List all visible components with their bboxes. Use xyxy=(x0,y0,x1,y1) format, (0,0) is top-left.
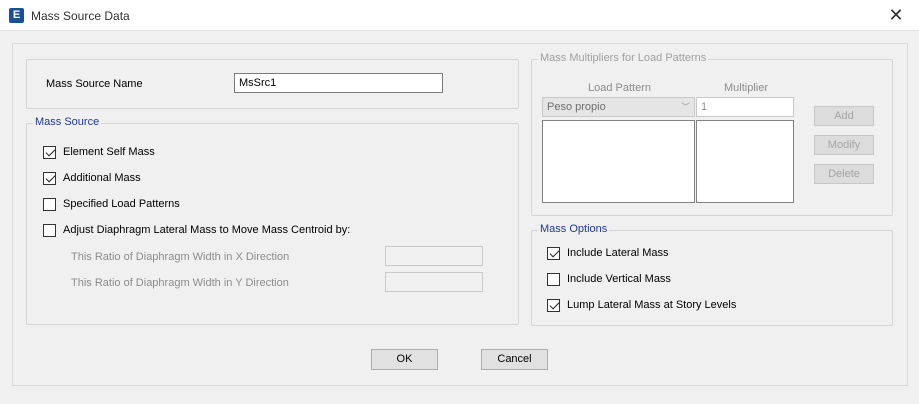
element-self-mass-check[interactable] xyxy=(43,145,56,159)
load-pattern-selected: Peso propio xyxy=(547,101,606,113)
mass-options-legend: Mass Options xyxy=(538,223,610,235)
load-pattern-list[interactable] xyxy=(542,120,695,203)
multiplier-input[interactable]: 1 xyxy=(696,97,794,117)
specified-load-patterns-label: Specified Load Patterns xyxy=(63,198,180,210)
element-self-mass-checkbox[interactable]: Element Self Mass xyxy=(43,145,155,159)
ok-button[interactable]: OK xyxy=(371,349,438,370)
mass-source-legend: Mass Source xyxy=(33,116,102,128)
mass-multipliers-legend: Mass Multipliers for Load Patterns xyxy=(538,52,709,64)
element-self-mass-label: Element Self Mass xyxy=(63,146,155,158)
additional-mass-check[interactable] xyxy=(43,171,56,185)
include-vertical-check[interactable] xyxy=(547,272,560,286)
multiplier-header: Multiplier xyxy=(724,82,769,94)
mass-source-name-panel: Mass Source Name MsSrc1 xyxy=(26,59,519,109)
mass-source-name-input[interactable]: MsSrc1 xyxy=(234,73,443,93)
close-button[interactable]: ✕ xyxy=(873,0,919,31)
include-lateral-check[interactable] xyxy=(547,246,560,260)
window-title: Mass Source Data xyxy=(31,9,130,23)
title-bar: E Mass Source Data ✕ xyxy=(0,0,919,31)
additional-mass-label: Additional Mass xyxy=(63,172,141,184)
add-button[interactable]: Add xyxy=(814,106,874,126)
specified-load-patterns-check[interactable] xyxy=(43,197,56,211)
specified-load-patterns-checkbox[interactable]: Specified Load Patterns xyxy=(43,197,180,211)
chevron-down-icon: ﹀ xyxy=(680,102,690,112)
include-lateral-checkbox[interactable]: Include Lateral Mass xyxy=(547,246,669,260)
ratio-x-label: This Ratio of Diaphragm Width in X Direc… xyxy=(71,251,290,263)
mass-source-panel: Mass Source Element Self Mass Additional… xyxy=(26,116,519,325)
mass-source-name-label: Mass Source Name xyxy=(46,78,143,90)
include-vertical-checkbox[interactable]: Include Vertical Mass xyxy=(547,272,671,286)
adjust-diaphragm-check[interactable] xyxy=(43,223,56,237)
adjust-diaphragm-label: Adjust Diaphragm Lateral Mass to Move Ma… xyxy=(63,224,351,236)
delete-button[interactable]: Delete xyxy=(814,164,874,184)
close-icon: ✕ xyxy=(888,5,904,25)
adjust-diaphragm-checkbox[interactable]: Adjust Diaphragm Lateral Mass to Move Ma… xyxy=(43,223,350,237)
modify-button[interactable]: Modify xyxy=(814,135,874,155)
include-lateral-label: Include Lateral Mass xyxy=(567,247,669,259)
mass-options-panel: Mass Options Include Lateral Mass Includ… xyxy=(531,223,893,326)
load-pattern-select[interactable]: Peso propio ﹀ xyxy=(542,97,695,117)
app-logo-icon: E xyxy=(9,8,24,23)
multiplier-list[interactable] xyxy=(696,120,794,203)
ratio-x-input[interactable] xyxy=(385,246,483,266)
lump-lateral-label: Lump Lateral Mass at Story Levels xyxy=(567,299,737,311)
additional-mass-checkbox[interactable]: Additional Mass xyxy=(43,171,141,185)
load-pattern-header: Load Pattern xyxy=(588,82,651,94)
lump-lateral-checkbox[interactable]: Lump Lateral Mass at Story Levels xyxy=(547,298,736,312)
mass-multipliers-panel: Mass Multipliers for Load Patterns Load … xyxy=(531,52,893,216)
cancel-button[interactable]: Cancel xyxy=(481,349,548,370)
ratio-y-input[interactable] xyxy=(385,272,483,292)
lump-lateral-check[interactable] xyxy=(547,298,560,312)
include-vertical-label: Include Vertical Mass xyxy=(567,273,671,285)
ratio-y-label: This Ratio of Diaphragm Width in Y Direc… xyxy=(71,277,289,289)
